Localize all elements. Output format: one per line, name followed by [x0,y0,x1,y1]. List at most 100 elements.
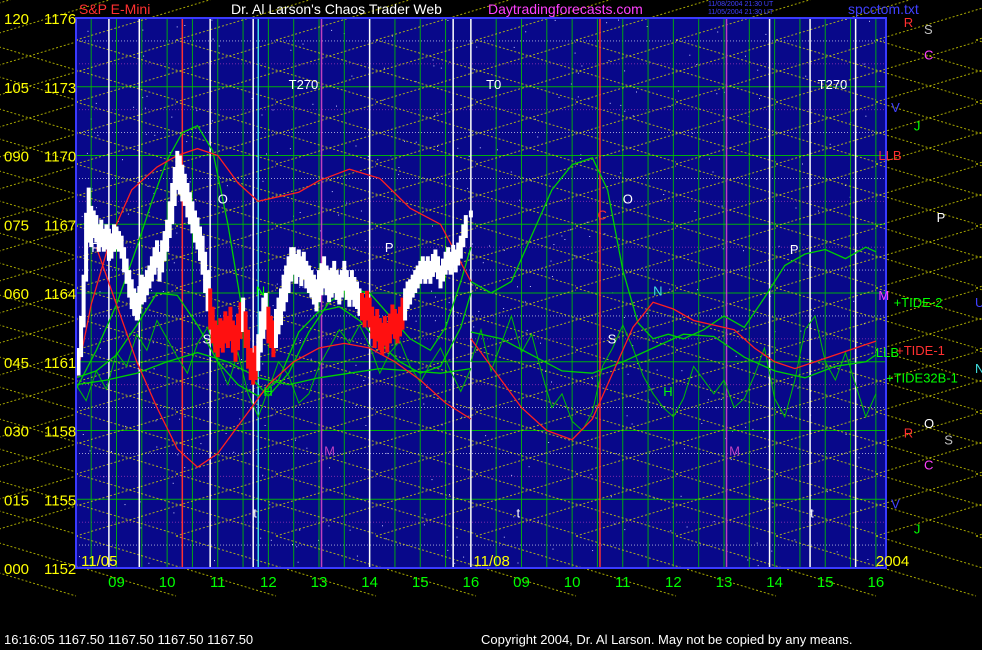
star-dot [449,494,450,496]
chart-annotation: O [623,192,633,207]
star-dot [239,418,241,420]
star-dot [590,474,592,476]
star-dot [511,474,513,476]
right-label: S [924,22,933,37]
star-dot [618,19,619,21]
filename-label: spcctom.txt [848,1,919,17]
x-tick-label: 14 [361,574,378,591]
star-dot [730,459,732,461]
star-dot [448,302,450,304]
star-dot [151,290,152,292]
star-dot [691,132,693,134]
star-dot [526,329,528,331]
star-dot [735,355,737,357]
star-dot [310,358,312,360]
star-dot [87,30,89,32]
price-bar [463,215,468,238]
star-dot [312,103,314,105]
star-dot [570,229,572,231]
star-dot [721,205,723,207]
star-dot [778,245,780,247]
star-dot [111,451,112,453]
star-dot [496,149,498,151]
star-dot [196,110,198,112]
star-dot [869,20,870,22]
star-dot [177,454,179,456]
star-dot [752,428,754,430]
x-tick-label: 15 [817,574,834,591]
star-dot [845,433,847,435]
x-tick-label: 09 [513,574,530,591]
star-dot [264,425,266,426]
star-dot [391,35,393,37]
star-dot [172,482,174,484]
star-dot [355,145,357,147]
right-label: O [924,416,934,431]
star-dot [133,106,135,108]
star-dot [708,158,710,160]
star-dot [813,310,814,312]
star-dot [329,467,330,469]
star-dot [681,370,683,372]
star-dot [632,115,634,117]
date-label: 2004 [876,553,909,570]
price-bar [81,274,86,328]
star-dot [794,539,796,541]
star-dot [355,405,357,406]
y-tick-price: 1164 [44,286,76,303]
star-dot [510,171,512,173]
star-dot [434,320,436,322]
chart-annotation: C [597,208,606,223]
star-dot [550,260,552,262]
star-dot [853,300,855,302]
star-dot [826,491,828,493]
x-tick-label: 16 [463,574,480,591]
star-dot [471,243,473,245]
star-dot [503,536,505,538]
star-dot [364,240,366,242]
star-dot [398,167,400,168]
star-dot [479,147,481,149]
star-dot [299,340,301,341]
star-dot [829,143,831,145]
star-dot [456,536,458,538]
x-tick-label: 12 [260,574,277,591]
chart-annotation: M [729,444,740,459]
star-dot [489,245,490,247]
chart-annotation: T270 [289,77,319,92]
star-dot [272,305,274,307]
star-dot [432,59,434,61]
star-dot [476,46,478,48]
star-dot [250,234,252,236]
y-tick-osc: 000 [4,561,29,578]
star-dot [608,60,610,62]
star-dot [712,171,714,173]
star-dot [765,33,767,35]
star-dot [631,423,633,425]
quote-line: 16:16:05 1167.50 1167.50 1167.50 1167.50 [4,632,254,647]
star-dot [144,107,146,109]
star-dot [805,75,807,77]
right-label: C [924,457,933,472]
star-dot [623,317,625,318]
right-label: V [891,496,900,511]
star-dot [540,342,541,344]
star-dot [211,19,213,21]
y-tick-price: 1155 [44,492,76,509]
star-dot [328,525,330,527]
star-dot [707,399,709,401]
star-dot [260,537,262,539]
star-dot [146,95,148,97]
star-dot [554,19,556,21]
star-dot [176,26,178,28]
star-dot [184,467,186,469]
star-dot [143,55,145,57]
chart-annotation: N [653,283,662,298]
star-dot [233,451,235,453]
star-dot [299,286,301,288]
star-dot [467,187,469,189]
y-tick-osc: 105 [4,80,29,97]
star-dot [99,348,101,350]
right-label: R [904,15,913,30]
star-dot [713,521,715,523]
